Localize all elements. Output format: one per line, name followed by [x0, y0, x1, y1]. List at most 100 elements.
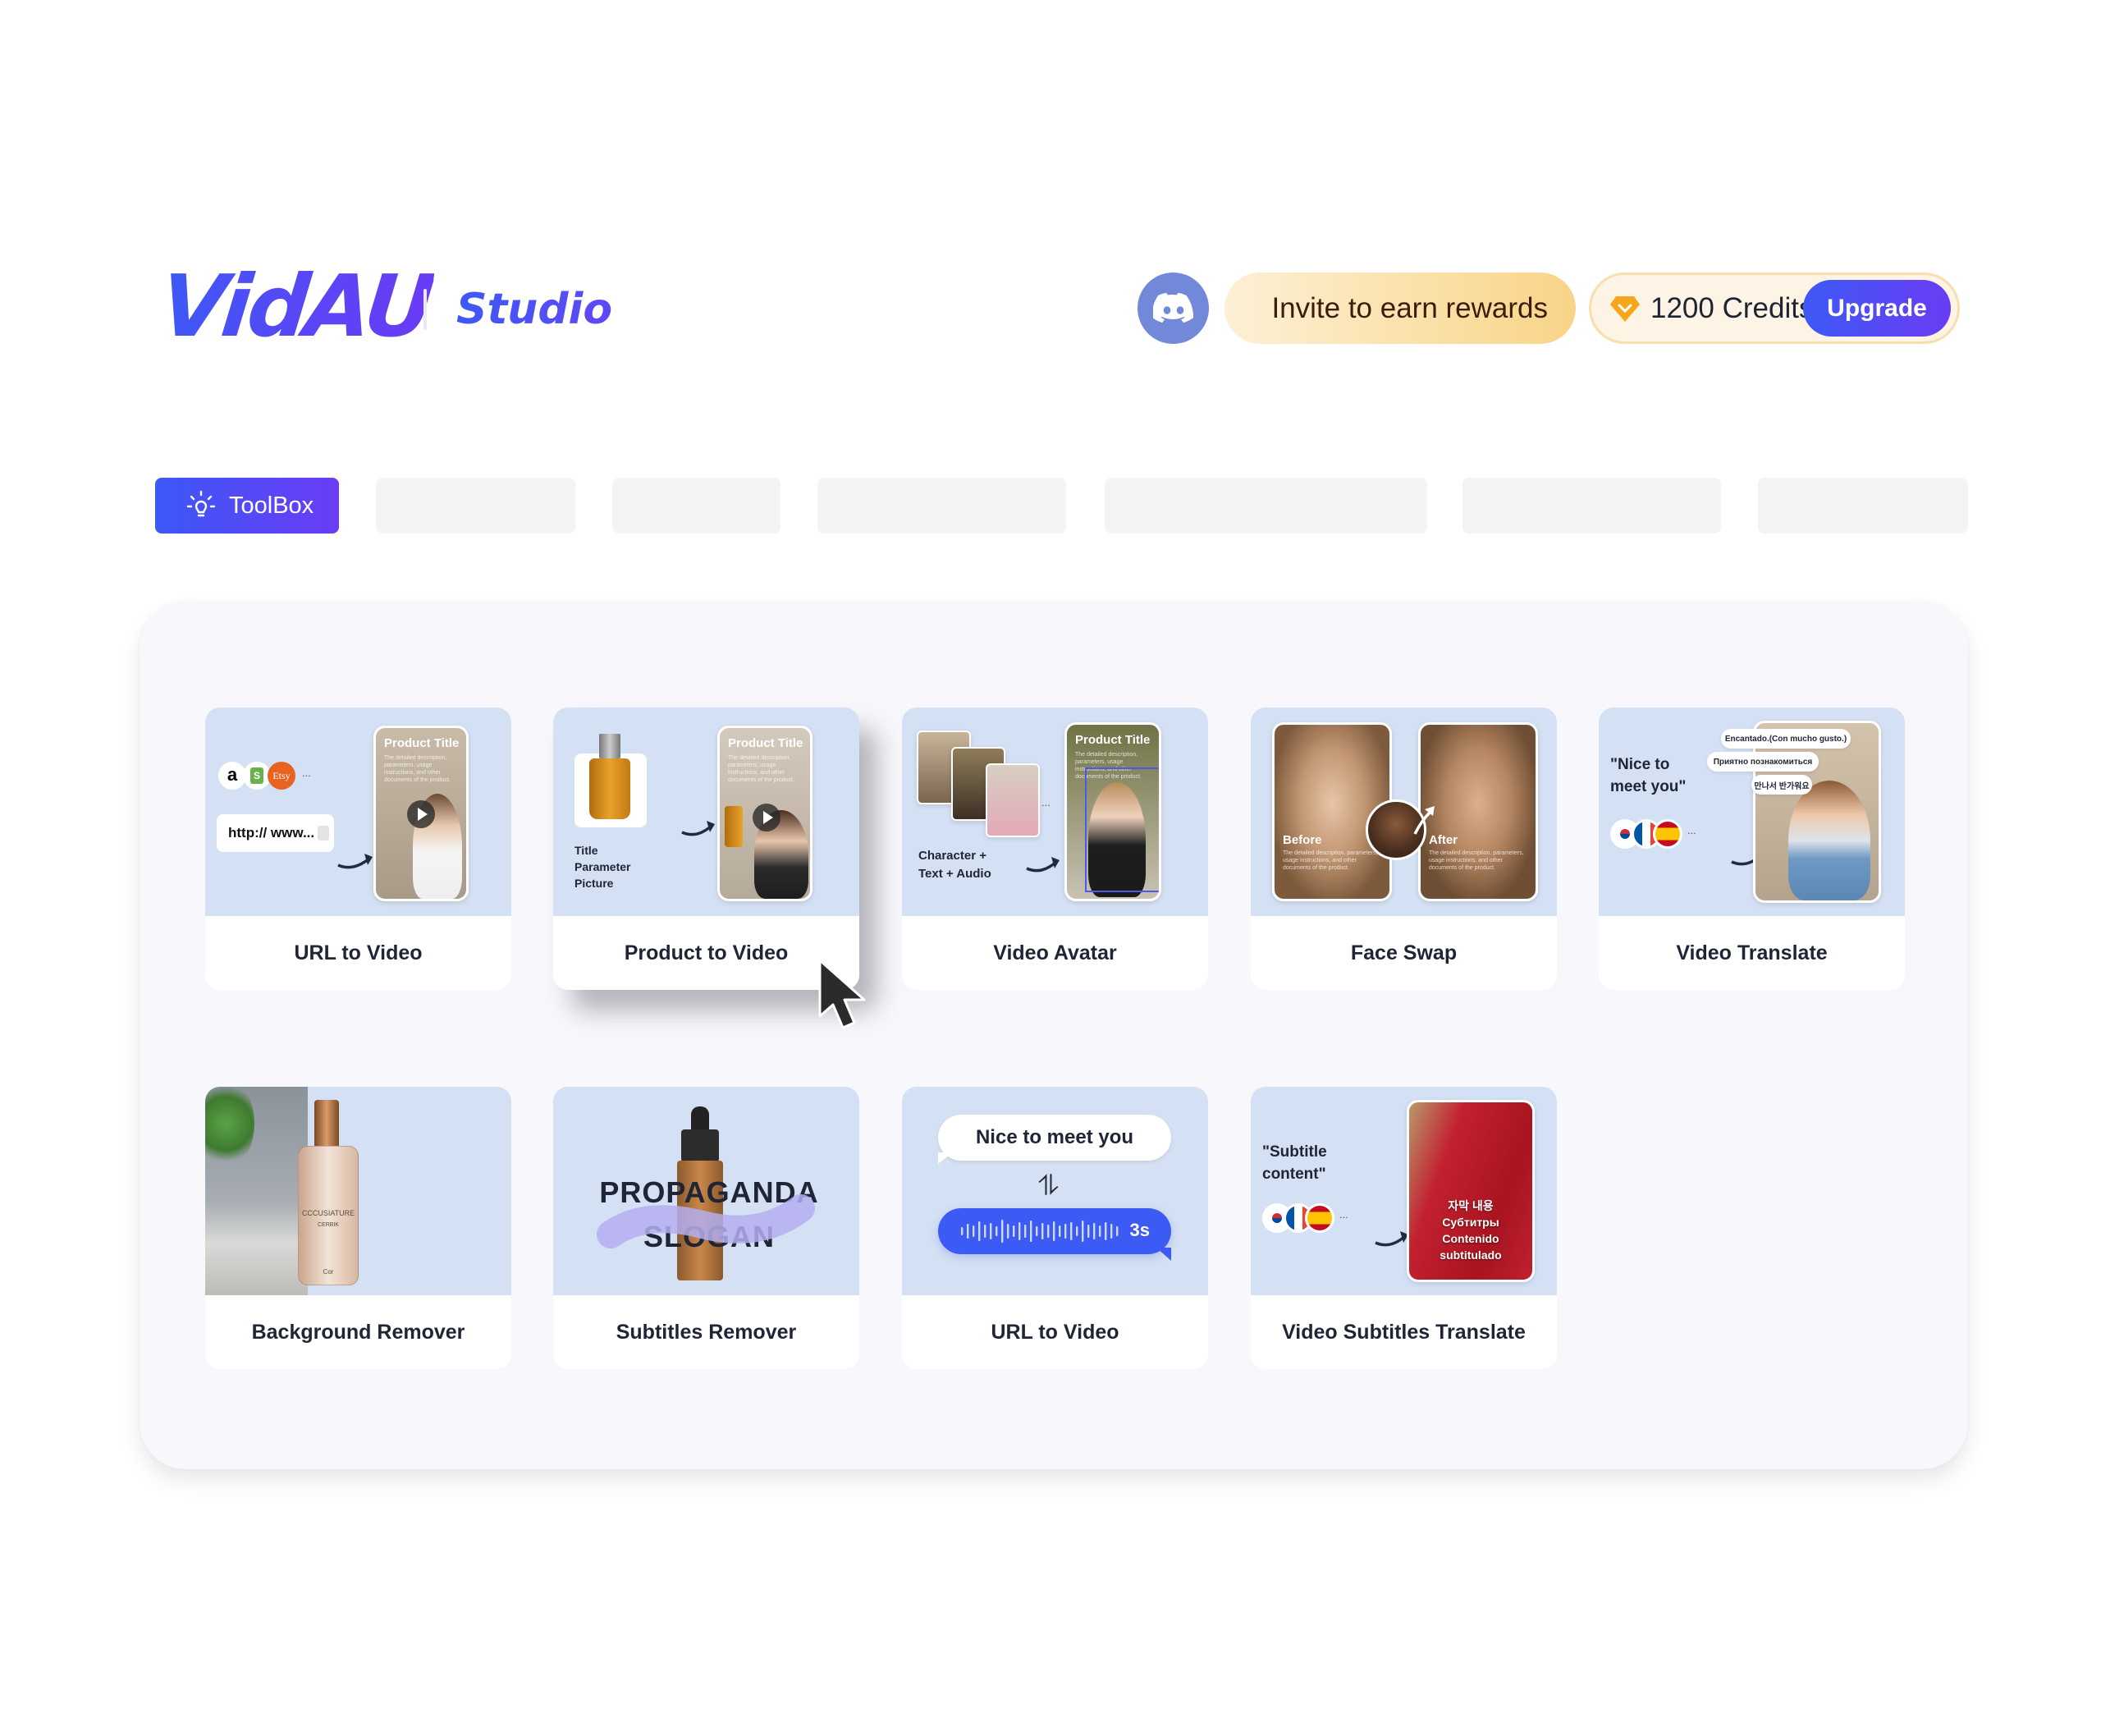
lightbulb-icon — [186, 490, 216, 517]
play-icon — [753, 804, 780, 831]
upgrade-button[interactable]: Upgrade — [1803, 280, 1951, 337]
tab-placeholder-6[interactable] — [1758, 478, 1968, 534]
dropper-cap — [681, 1129, 719, 1162]
waveform-bar — [1059, 1225, 1061, 1237]
avatar-caption: Character + Text + Audio — [918, 849, 991, 881]
tab-placeholder-4[interactable] — [1105, 478, 1427, 534]
vidau-logo[interactable]: VidAU — [156, 256, 437, 356]
logo-text: VidAU — [155, 256, 437, 356]
waveform-bar — [1070, 1222, 1073, 1240]
tool-card-url-to-video-voice[interactable]: Nice to meet you ⥮ 3s URL to Video — [902, 1087, 1208, 1369]
tool-card-subtitles-remover[interactable]: PROPAGANDA SLOGAN Subtitles Remover — [553, 1087, 859, 1369]
waveform-bar — [961, 1227, 964, 1235]
tool-thumbnail: CCCUSIATURE CERBIK Cor — [205, 1087, 511, 1295]
discord-button[interactable] — [1137, 273, 1209, 344]
tool-card-video-subtitles-translate[interactable]: "Subtitle content" ... 자막 내용 Субтитры Co… — [1251, 1087, 1557, 1369]
tool-label: Product to Video — [624, 941, 789, 964]
gem-icon — [1610, 296, 1640, 322]
video-preview-phone: 자막 내용 Субтитры Contenido subtitulado — [1407, 1100, 1535, 1282]
tab-placeholder-3[interactable] — [817, 478, 1066, 534]
tool-card-video-translate[interactable]: "Nice to meet you" ... Encantado.(Con mu… — [1599, 708, 1905, 990]
waveform-bar — [1087, 1225, 1090, 1238]
tool-thumbnail: PROPAGANDA SLOGAN — [553, 1087, 859, 1295]
tool-thumbnail: ... Character + Text + Audio Product Tit… — [902, 708, 1208, 916]
invite-rewards-button[interactable]: Invite to earn rewards — [1224, 273, 1576, 344]
waveform-bar — [1082, 1221, 1084, 1242]
tool-label: Video Subtitles Translate — [1282, 1320, 1526, 1344]
swap-icon: ⥮ — [1038, 1170, 1059, 1202]
selection-box — [1085, 767, 1159, 892]
url-input-illustration: http:// www... — [217, 814, 334, 852]
waveform-bar — [1076, 1226, 1078, 1236]
tab-placeholder-2[interactable] — [612, 478, 780, 534]
etsy-icon: Etsy — [268, 762, 295, 790]
waveform-bar — [984, 1225, 986, 1238]
arrow-icon — [1026, 857, 1060, 873]
bottle-cap — [314, 1100, 339, 1147]
source-quote: "Nice to meet you" — [1610, 756, 1687, 795]
waveform-bar — [1041, 1223, 1044, 1239]
video-preview-phone: Product Title The detailed description, … — [1064, 722, 1161, 901]
logo-divider — [423, 289, 427, 330]
translated-subtitles: 자막 내용 Субтитры Contenido subtitulado — [1440, 1199, 1502, 1262]
invite-label: Invite to earn rewards — [1271, 291, 1548, 324]
waveform-bar — [1001, 1220, 1004, 1243]
waveform-bar — [1047, 1225, 1050, 1238]
tool-label: Subtitles Remover — [616, 1320, 797, 1344]
video-preview-phone: Product Title The detailed description, … — [717, 726, 812, 901]
flag-spain-icon — [1653, 819, 1682, 849]
tab-label: ToolBox — [229, 492, 314, 519]
arrow-icon — [337, 854, 373, 869]
original-background — [205, 1087, 308, 1295]
perfume-bottle: CCCUSIATURE CERBIK Cor — [298, 1146, 359, 1285]
avatar-option — [986, 763, 1040, 837]
tool-card-video-avatar[interactable]: ... Character + Text + Audio Product Tit… — [902, 708, 1208, 990]
arrow-icon — [681, 821, 715, 836]
tool-card-background-remover[interactable]: CCCUSIATURE CERBIK Cor Background Remove… — [205, 1087, 511, 1369]
product-name: Studio — [456, 282, 612, 337]
discord-icon — [1152, 292, 1193, 323]
translation-bubble: Encantado.(Con mucho gusto.) — [1721, 729, 1851, 749]
waveform-bar — [996, 1226, 998, 1236]
waveform-bar — [1105, 1222, 1107, 1240]
waveform-bar — [1093, 1223, 1096, 1239]
waveform-bar — [978, 1221, 981, 1241]
waveform-bar — [1053, 1221, 1055, 1241]
video-preview-phone: Product Title The detailed description, … — [373, 726, 469, 901]
waveform-bar — [1007, 1224, 1009, 1239]
arrow-icon — [1413, 806, 1435, 835]
waveform-bar — [1030, 1221, 1032, 1242]
audio-bubble: 3s — [938, 1208, 1171, 1254]
waveform-bar — [1013, 1225, 1015, 1237]
waveform-icon — [961, 1220, 1119, 1243]
tool-card-face-swap[interactable]: Before The detailed description, paramet… — [1251, 708, 1557, 990]
credits-count: 1200 Credits — [1650, 292, 1814, 324]
mouse-cursor-icon — [818, 959, 866, 1029]
audio-duration: 3s — [1129, 1220, 1150, 1240]
amazon-icon: a — [218, 762, 246, 790]
tab-placeholder-1[interactable] — [376, 478, 575, 534]
tool-thumbnail: a S Etsy ... http:// www... Product Titl… — [205, 708, 511, 916]
translation-bubble: 만나서 반가워요 — [1751, 775, 1812, 795]
waveform-bar — [1116, 1226, 1119, 1236]
waveform-bar — [1036, 1226, 1038, 1236]
tab-toolbox[interactable]: ToolBox — [155, 478, 339, 534]
tool-label: Face Swap — [1350, 941, 1458, 964]
shopify-icon: S — [243, 762, 271, 790]
waveform-bar — [990, 1223, 992, 1239]
waveform-bar — [1099, 1225, 1101, 1237]
tool-label: Video Avatar — [993, 941, 1117, 964]
tab-placeholder-5[interactable] — [1462, 478, 1721, 534]
tool-label: Video Translate — [1676, 941, 1828, 964]
tool-card-url-to-video[interactable]: a S Etsy ... http:// www... Product Titl… — [205, 708, 511, 990]
tool-thumbnail: Before The detailed description, paramet… — [1251, 708, 1557, 916]
waveform-bar — [967, 1224, 969, 1239]
waveform-bar — [1024, 1225, 1027, 1238]
waveform-bar — [1110, 1224, 1113, 1239]
tool-card-product-to-video[interactable]: Title Parameter Picture Product Title Th… — [553, 708, 859, 990]
text-bubble: Nice to meet you — [938, 1115, 1171, 1161]
eraser-brush-stroke — [597, 1194, 815, 1248]
product-inputs: Title Parameter Picture — [574, 844, 631, 890]
tool-thumbnail: Title Parameter Picture Product Title Th… — [553, 708, 859, 916]
waveform-bar — [1064, 1224, 1067, 1239]
